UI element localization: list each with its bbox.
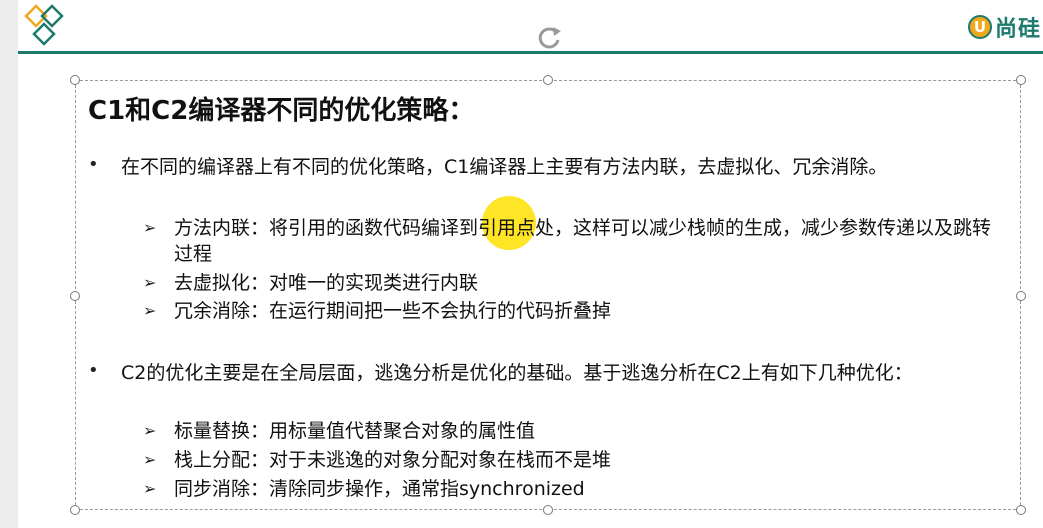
resize-handle-bottom-left[interactable] xyxy=(70,505,80,515)
arrow-right-icon: ➢ xyxy=(143,421,157,440)
bullet-dot-icon: • xyxy=(88,360,99,381)
header-divider xyxy=(18,51,1043,54)
sub-item-sync-elim: 同步消除：清除同步操作，通常指synchronized xyxy=(174,478,585,500)
arrow-right-icon: ➢ xyxy=(143,301,157,320)
resize-handle-bottom-right[interactable] xyxy=(1016,505,1026,515)
sub-item-redundancy: 冗余消除：在运行期间把一些不会执行的代码折叠掉 xyxy=(174,300,612,322)
sub-item-inline: 方法内联：将引用的函数代码编译到引用点处，这样可以减少栈帧的生成，减少参数传递以… xyxy=(174,217,992,265)
slide-title: C1和C2编译器不同的优化策略： xyxy=(88,96,475,126)
resize-handle-top-center[interactable] xyxy=(543,75,553,85)
resize-handle-bottom-center[interactable] xyxy=(543,505,553,515)
arrow-right-icon: ➢ xyxy=(143,450,157,469)
arrow-right-icon: ➢ xyxy=(143,273,157,292)
resize-handle-middle-left[interactable] xyxy=(70,291,80,301)
bullet-text-c2: C2的优化主要是在全局层面，逃逸分析是优化的基础。基于逃逸分析在C2上有如下几种… xyxy=(121,362,913,384)
sub-item-devirtualize: 去虚拟化：对唯一的实现类进行内联 xyxy=(174,272,479,294)
resize-handle-top-left[interactable] xyxy=(70,75,80,85)
arrow-right-icon: ➢ xyxy=(143,479,157,498)
bullet-text-c1: 在不同的编译器上有不同的优化策略，C1编译器上主要有方法内联，去虚拟化、冗余消除… xyxy=(121,156,888,178)
diamond-logo-icon xyxy=(24,4,64,46)
brand-text: 尚硅 xyxy=(995,17,1042,42)
brand-mark-icon: U xyxy=(968,15,992,39)
bullet-dot-icon: • xyxy=(88,154,99,175)
resize-handle-top-right[interactable] xyxy=(1016,75,1026,85)
brand-logo: U 尚硅 xyxy=(968,12,1041,42)
resize-handle-middle-right[interactable] xyxy=(1016,291,1026,301)
arrow-right-icon: ➢ xyxy=(143,218,157,237)
rotate-handle-icon[interactable] xyxy=(532,22,566,56)
sub-item-stack-alloc: 栈上分配：对于未逃逸的对象分配对象在栈而不是堆 xyxy=(174,449,612,471)
sub-item-scalar: 标量替换：用标量值代替聚合对象的属性值 xyxy=(174,420,536,442)
